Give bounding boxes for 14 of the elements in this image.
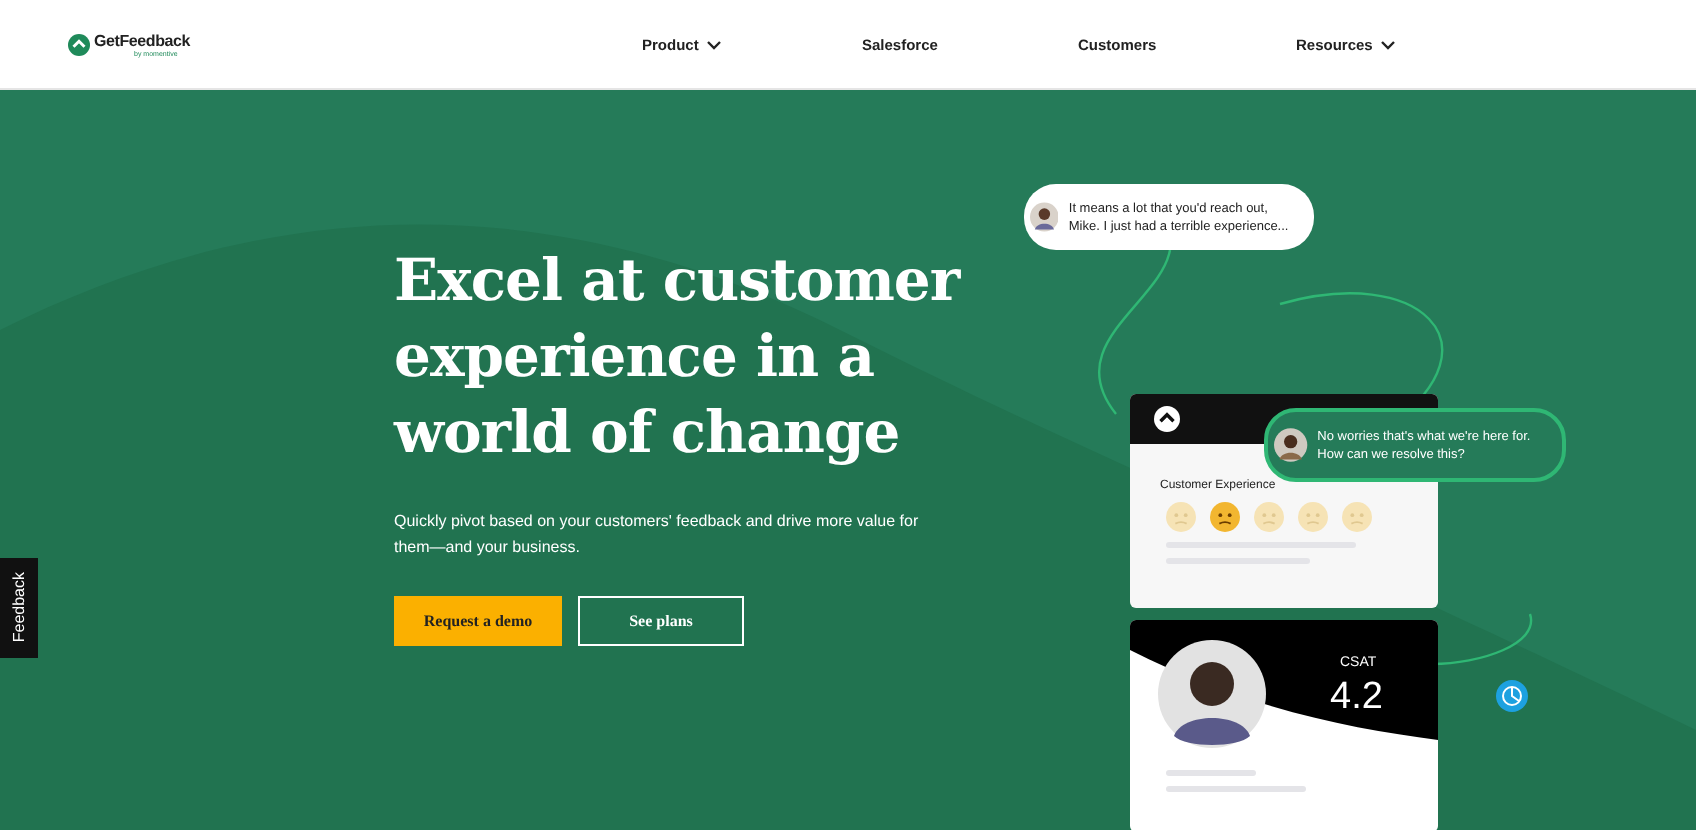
hero-subtitle: Quickly pivot based on your customers' feedback and drive more value for them—and your business. bbox=[394, 510, 921, 560]
logo-wordmark[interactable]: GetFeedback bbox=[94, 31, 191, 49]
plans-button[interactable]: See plans bbox=[578, 596, 744, 646]
logo-icon bbox=[68, 33, 90, 55]
caret-icon bbox=[1380, 39, 1397, 49]
hero-title: Excel at customer experience in a world of change bbox=[394, 244, 963, 470]
rating-face-icon[interactable] bbox=[1210, 502, 1240, 532]
demo-button[interactable]: Request a demo bbox=[394, 596, 562, 646]
pie-chart-icon bbox=[1496, 680, 1528, 712]
caret-icon bbox=[706, 39, 723, 49]
feedback-tab[interactable]: Feedback bbox=[0, 558, 38, 658]
logo-icon bbox=[1154, 406, 1180, 432]
avatar-icon bbox=[1158, 640, 1266, 748]
csat-score: 4.2 bbox=[1330, 676, 1383, 720]
